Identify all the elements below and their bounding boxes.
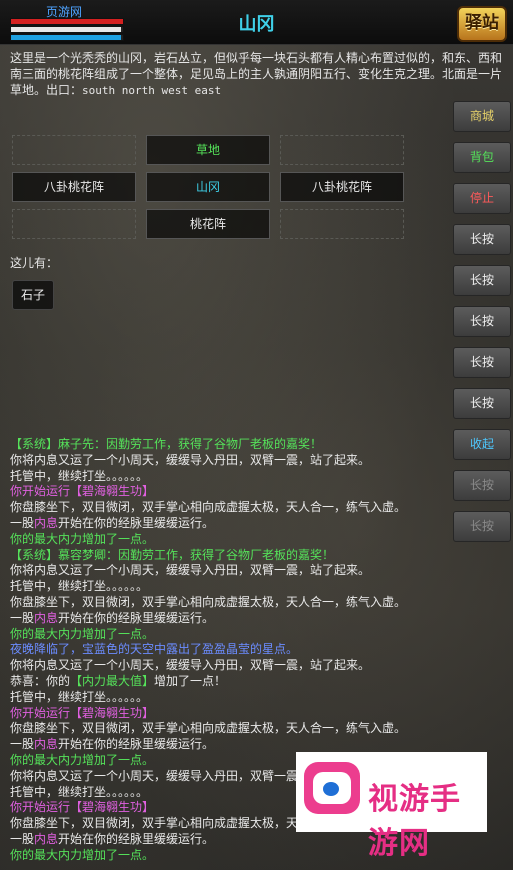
log-line: 你开始运行【碧海翱生功】 <box>10 484 450 500</box>
log-line: 你的最大内力增加了一点。 <box>10 532 450 548</box>
map-cell-southwest <box>12 209 136 239</box>
map-cell-southeast <box>280 209 404 239</box>
log-line: 夜晚降临了，宝蓝色的天空中露出了盈盈晶莹的星点。 <box>10 642 450 658</box>
log-segment: 内息 <box>34 831 59 846</box>
watermark: 视游手游网 <box>296 752 487 861</box>
log-line: 你将内息又运了一个小周天，缓缓导入丹田，双臂一震，站了起来。 <box>10 658 450 674</box>
map-cell-west[interactable]: 八卦桃花阵 <box>12 172 136 202</box>
log-segment: 内息 <box>34 610 59 625</box>
log-segment: 开始在你的经脉里缓缓运行。 <box>58 610 215 625</box>
log-segment: 你的最大内力增加了一点。 <box>10 847 155 862</box>
log-line: 托管中，继续打坐。。。。。。 <box>10 469 450 485</box>
map-cell-north[interactable]: 草地 <box>146 135 270 165</box>
log-line: 【系统】慕容梦卿：因勤劳工作，获得了谷物厂老板的嘉奖！ <box>10 548 450 564</box>
log-segment: 你将内息又运了一个小周天，缓缓导入丹田，双臂一震，站了起来。 <box>10 658 371 673</box>
watermark-text: 视游手游网 <box>368 782 461 861</box>
log-segment: 开始在你的经脉里缓缓运行。 <box>58 737 215 752</box>
log-segment: 托管中，继续打坐。。。。。。 <box>10 689 149 704</box>
log-line: 托管中，继续打坐。。。。。。 <box>10 690 450 706</box>
log-line: 你盘膝坐下，双目微闭，双手掌心相向成虚握太极，天人合一，练气入虚。 <box>10 595 450 611</box>
long-press-button-6[interactable]: 长按 <box>453 470 511 501</box>
log-line: 你将内息又运了一个小周天，缓缓导入丹田，双臂一震，站了起来。 <box>10 453 450 469</box>
log-segment: 内息 <box>34 515 59 530</box>
map-cell-center: 山冈 <box>146 172 270 202</box>
log-line: 【系统】麻子先：因勤劳工作，获得了谷物厂老板的嘉奖！ <box>10 437 450 453</box>
map-cell-northwest <box>12 135 136 165</box>
long-press-button-2[interactable]: 长按 <box>453 265 511 296</box>
log-segment: 一股 <box>10 610 35 625</box>
long-press-button-7[interactable]: 长按 <box>453 511 511 542</box>
stop-button[interactable]: 停止 <box>453 183 511 214</box>
log-line: 你将内息又运了一个小周天，缓缓导入丹田，双臂一震，站了起来。 <box>10 563 450 579</box>
room-title: 山冈 <box>238 14 275 35</box>
log-segment: 你将内息又运了一个小周天，缓缓导入丹田，双臂一震，站了起来。 <box>10 563 371 578</box>
log-segment: 夜晚降临了，宝蓝色的天空中露出了盈盈晶莹的星点。 <box>10 642 299 657</box>
log-line: 你盘膝坐下，双目微闭，双手掌心相向成虚握太极，天人合一，练气入虚。 <box>10 500 450 516</box>
log-segment: 你的最大内力增加了一点。 <box>10 752 155 767</box>
log-segment: 恭喜：你的 <box>10 673 71 688</box>
log-segment: 【系统】麻子先：因勤劳工作，获得了谷物厂老板的嘉奖！ <box>10 437 323 451</box>
log-segment: 托管中，继续打坐。。。。。。 <box>10 468 149 483</box>
log-segment: 一股 <box>10 515 35 530</box>
log-line: 你盘膝坐下，双目微闭，双手掌心相向成虚握太极，天人合一，练气入虚。 <box>10 721 450 737</box>
long-press-button-4[interactable]: 长按 <box>453 347 511 378</box>
log-line: 一股内息开始在你的经脉里缓缓运行。 <box>10 611 450 627</box>
map-cell-south[interactable]: 桃花阵 <box>146 209 270 239</box>
log-segment: 你盘膝坐下，双目微闭，双手掌心相向成虚握太极，天人合一，练气入虚。 <box>10 594 407 609</box>
log-segment: 你开始运行【碧海翱生功】 <box>10 800 155 815</box>
log-segment: 【内力最大值】 <box>70 673 155 688</box>
log-segment: 你开始运行【碧海翱生功】 <box>10 705 155 720</box>
log-segment: 开始在你的经脉里缓缓运行。 <box>58 515 215 530</box>
here-label: 这儿有： <box>10 256 59 270</box>
log-segment: 增加了一点！ <box>154 673 227 688</box>
log-line: 你开始运行【碧海翱生功】 <box>10 706 450 722</box>
log-segment: 你的最大内力增加了一点。 <box>10 626 155 641</box>
room-description: 这里是一个光秃秃的山冈，岩石丛立，但似乎每一块石头都有人精心布置过似的，和东、西… <box>10 50 505 99</box>
log-segment: 内息 <box>34 737 59 752</box>
log-line: 一股内息开始在你的经脉里缓缓运行。 <box>10 516 450 532</box>
yizhan-logo-icon[interactable]: 驿站 <box>457 6 507 42</box>
log-segment: 你开始运行【碧海翱生功】 <box>10 484 155 499</box>
log-segment: 托管中，继续打坐。。。。。。 <box>10 579 149 594</box>
log-line: 一股内息开始在你的经脉里缓缓运行。 <box>10 737 450 753</box>
log-segment: 你盘膝坐下，双目微闭，双手掌心相向成虚握太极，天人合一，练气入虚。 <box>10 721 407 736</box>
room-exits: south north west east <box>82 84 222 97</box>
log-segment: 开始在你的经脉里缓缓运行。 <box>58 831 215 846</box>
log-segment: 你的最大内力增加了一点。 <box>10 531 155 546</box>
log-segment: 你将内息又运了一个小周天，缓缓导入丹田，双臂一震，站了起来。 <box>10 452 371 467</box>
shop-button[interactable]: 商城 <box>453 101 511 132</box>
status-header: 页游网 山冈 驿站 <box>0 0 513 45</box>
tv-logo-icon <box>304 762 360 814</box>
log-segment: 【系统】慕容梦卿：因勤劳工作，获得了谷物厂老板的嘉奖！ <box>10 547 335 562</box>
long-press-button-3[interactable]: 长按 <box>453 306 511 337</box>
log-segment: 托管中，继续打坐。。。。。。 <box>10 784 149 799</box>
log-line: 恭喜：你的【内力最大值】增加了一点！ <box>10 674 450 690</box>
log-segment: 一股 <box>10 831 35 846</box>
npc-button-shizi[interactable]: 石子 <box>12 280 54 310</box>
map-cell-east[interactable]: 八卦桃花阵 <box>280 172 404 202</box>
log-line: 托管中，继续打坐。。。。。。 <box>10 579 450 595</box>
long-press-button-1[interactable]: 长按 <box>453 224 511 255</box>
collapse-button[interactable]: 收起 <box>453 429 511 460</box>
log-line: 你的最大内力增加了一点。 <box>10 627 450 643</box>
long-press-button-5[interactable]: 长按 <box>453 388 511 419</box>
bag-button[interactable]: 背包 <box>453 142 511 173</box>
log-segment: 一股 <box>10 737 35 752</box>
log-segment: 你盘膝坐下，双目微闭，双手掌心相向成虚握太极，天人合一，练气入虚。 <box>10 500 407 515</box>
map-cell-northeast <box>280 135 404 165</box>
